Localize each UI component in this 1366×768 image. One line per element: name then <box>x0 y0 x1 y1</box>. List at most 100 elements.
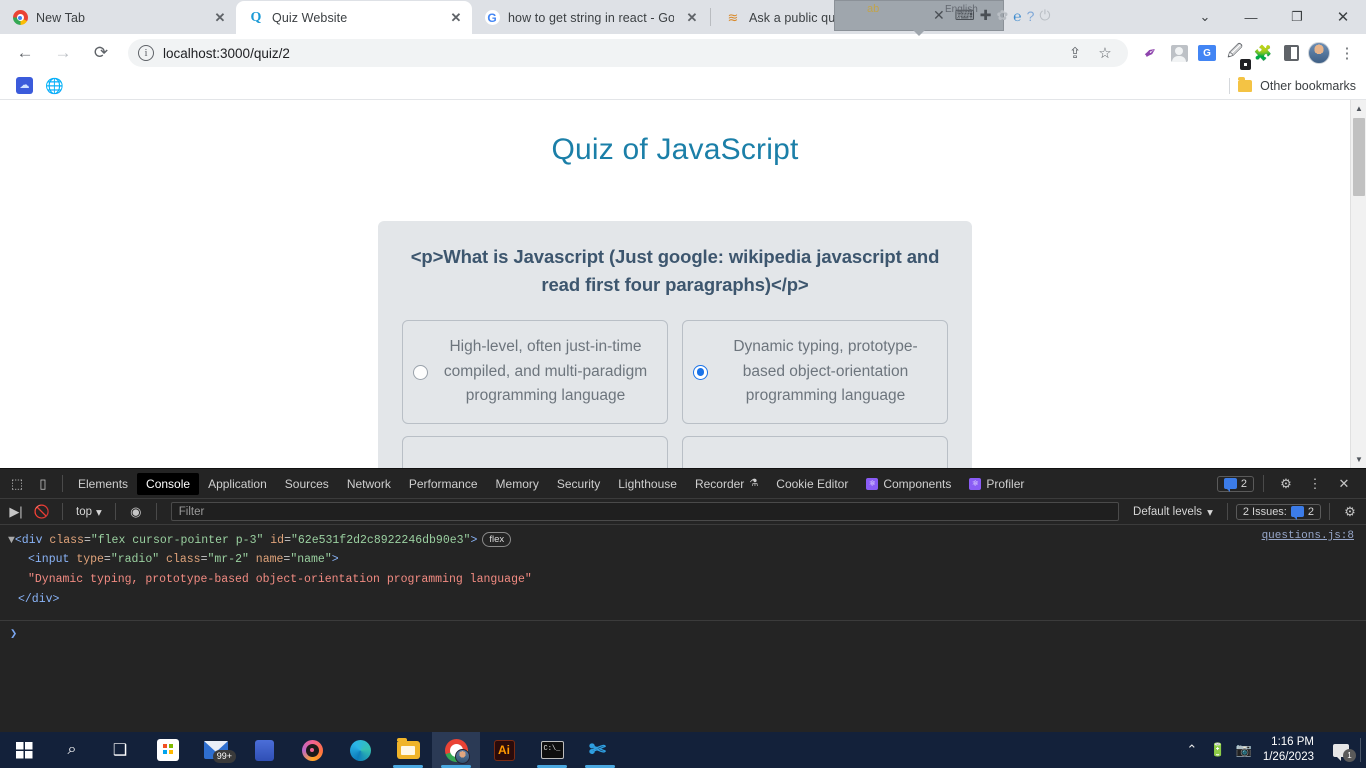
browser-tab-new-tab[interactable]: New Tab ✕ <box>0 1 236 34</box>
address-bar[interactable]: i localhost:3000/quiz/2 ⇪ ☆ <box>128 39 1128 67</box>
clear-console-icon[interactable]: 🚫 <box>30 501 54 523</box>
puzzle-extensions-icon[interactable]: 🧩 <box>1250 40 1276 66</box>
devtools-tab-profiler[interactable]: ⚛ Profiler <box>960 473 1033 495</box>
show-hidden-icons-icon[interactable]: ⌃ <box>1179 732 1205 768</box>
show-desktop-button[interactable] <box>1360 738 1364 762</box>
devtools-tab-performance[interactable]: Performance <box>400 473 487 495</box>
taskbar-microsoft-edge[interactable] <box>336 732 384 768</box>
maximize-button[interactable]: ❐ <box>1274 0 1320 34</box>
devtools-tab-memory[interactable]: Memory <box>487 473 548 495</box>
taskbar-google-chrome[interactable] <box>432 732 480 768</box>
gear-icon[interactable]: ⚙ <box>1273 472 1299 496</box>
taskbar-file-explorer[interactable] <box>384 732 432 768</box>
bookmark-item-cloud[interactable]: ☁ <box>10 75 39 96</box>
device-toolbar-icon[interactable]: ▯ <box>30 472 56 496</box>
devtools-tab-recorder[interactable]: Recorder ⚗ <box>686 473 767 495</box>
console-filter-input[interactable]: Filter <box>170 502 1120 521</box>
radio-button[interactable] <box>413 364 428 380</box>
bookmark-star-icon[interactable]: ☆ <box>1092 40 1118 66</box>
plus-icon[interactable]: ✚ <box>980 6 992 26</box>
person-extension-icon[interactable] <box>1166 40 1192 66</box>
issues-badge[interactable]: 2 <box>1216 475 1254 492</box>
side-panel-icon[interactable] <box>1278 40 1304 66</box>
live-expression-icon[interactable]: ◉ <box>124 501 148 523</box>
console-context-selector[interactable]: top ▾ <box>71 505 107 519</box>
taskbar-command-prompt[interactable] <box>528 732 576 768</box>
pen-extension-icon[interactable]: ✒ <box>1138 40 1164 66</box>
console-issues-chip[interactable]: 2 Issues: 2 <box>1235 503 1321 520</box>
reload-button[interactable]: ⟳ <box>86 38 116 68</box>
console-settings-gear-icon[interactable]: ⚙ <box>1338 501 1362 523</box>
answer-option-4[interactable]: All the above <box>682 436 948 468</box>
task-view-icon: ❑ <box>112 742 128 759</box>
power-icon[interactable]: ⏻ <box>1039 6 1050 26</box>
expand-triangle-icon[interactable]: ▼ <box>8 534 15 547</box>
devtools-tab-security[interactable]: Security <box>548 473 609 495</box>
devtools-tab-elements[interactable]: Elements <box>69 473 137 495</box>
other-bookmarks-label[interactable]: Other bookmarks <box>1260 79 1356 93</box>
site-info-icon[interactable]: i <box>138 45 154 61</box>
devtools-tab-application[interactable]: Application <box>199 473 276 495</box>
taskbar-itunes[interactable] <box>288 732 336 768</box>
google-translate-icon[interactable]: G <box>1194 40 1220 66</box>
log-levels-selector[interactable]: Default levels ▾ <box>1127 505 1219 519</box>
gear-icon[interactable]: ✿ <box>996 6 1008 26</box>
console-prompt[interactable]: ❯ <box>0 621 1366 646</box>
taskbar-adobe-illustrator[interactable]: Ai <box>480 732 528 768</box>
page-scrollbar[interactable]: ▲ ▼ <box>1350 100 1366 468</box>
ime-language-bar[interactable]: ab English ✕ ⌨ ✚ ✿ ℮ ? ⏻ <box>834 0 1050 36</box>
devtools-tab-components[interactable]: ⚛ Components <box>857 473 960 495</box>
inspect-element-icon[interactable]: ⬚ <box>4 472 30 496</box>
taskbar-search-button[interactable]: ⌕ <box>48 732 96 768</box>
scroll-down-arrow-icon[interactable]: ▼ <box>1351 451 1366 468</box>
bookmark-item-globe[interactable]: 🌐 <box>39 75 70 97</box>
execute-icon[interactable]: ▶| <box>4 501 28 523</box>
answer-option-1[interactable]: High-level, often just-in-time compiled,… <box>402 320 668 425</box>
back-button[interactable]: ← <box>10 38 40 68</box>
radio-button[interactable] <box>693 364 708 380</box>
forward-button[interactable]: → <box>48 38 78 68</box>
tab-close-button[interactable]: ✕ <box>212 10 228 26</box>
devtools-separator <box>1329 503 1330 520</box>
start-button[interactable] <box>0 732 48 768</box>
close-devtools-icon[interactable]: ✕ <box>1331 472 1357 496</box>
minimize-button[interactable]: — <box>1228 0 1274 34</box>
ie-icon[interactable]: ℮ <box>1013 6 1021 26</box>
camera-icon[interactable]: 📷 <box>1231 732 1257 768</box>
devtools-tab-cookie-editor[interactable]: Cookie Editor <box>767 473 857 495</box>
html-attr: class <box>166 553 201 567</box>
eyedropper-extension-icon[interactable]: 🖉 <box>1222 40 1251 70</box>
answer-option-3[interactable]: A multi-paradigm language that supports … <box>402 436 668 468</box>
devtools-tab-sources[interactable]: Sources <box>276 473 338 495</box>
share-icon[interactable]: ⇪ <box>1062 40 1088 66</box>
devtools-tab-console[interactable]: Console <box>137 472 200 495</box>
battery-icon[interactable]: 🔋 <box>1205 732 1231 768</box>
devtools-tab-lighthouse[interactable]: Lighthouse <box>609 473 686 495</box>
help-icon[interactable]: ? <box>1027 6 1035 26</box>
ime-close-icon[interactable]: ✕ <box>933 6 945 26</box>
flex-badge[interactable]: flex <box>482 531 512 548</box>
browser-tab-quiz-website[interactable]: Q Quiz Website ✕ <box>236 1 472 34</box>
browser-tab-google-search[interactable]: G how to get string in react - Goog ✕ <box>472 1 708 34</box>
console-output[interactable]: questions.js:8 ▼<div class="flex cursor-… <box>0 525 1366 732</box>
answer-option-2[interactable]: Dynamic typing, prototype-based object-o… <box>682 320 948 425</box>
taskbar-teams[interactable] <box>240 732 288 768</box>
three-dot-menu-icon[interactable]: ⋮ <box>1334 40 1360 66</box>
taskbar-vs-code[interactable]: ✄ <box>576 732 624 768</box>
taskbar-task-view-button[interactable]: ❑ <box>96 732 144 768</box>
console-message-group[interactable]: questions.js:8 ▼<div class="flex cursor-… <box>0 525 1366 616</box>
search-tabs-button[interactable]: ⌄ <box>1182 0 1228 34</box>
devtools-tab-network[interactable]: Network <box>338 473 400 495</box>
scrollbar-thumb[interactable] <box>1353 118 1365 196</box>
clock[interactable]: 1:16 PM 1/26/2023 <box>1257 732 1324 768</box>
scroll-up-arrow-icon[interactable]: ▲ <box>1351 100 1366 117</box>
tab-close-button[interactable]: ✕ <box>448 10 464 26</box>
close-window-button[interactable]: ✕ <box>1320 0 1366 34</box>
three-dot-icon[interactable]: ⋮ <box>1302 472 1328 496</box>
profile-avatar[interactable] <box>1306 40 1332 66</box>
console-source-link[interactable]: questions.js:8 <box>1262 530 1354 542</box>
taskbar-microsoft-store[interactable] <box>144 732 192 768</box>
taskbar-mail[interactable]: 99+ <box>192 732 240 768</box>
notification-center-button[interactable]: 1 <box>1324 732 1358 768</box>
tab-close-button[interactable]: ✕ <box>684 10 700 26</box>
